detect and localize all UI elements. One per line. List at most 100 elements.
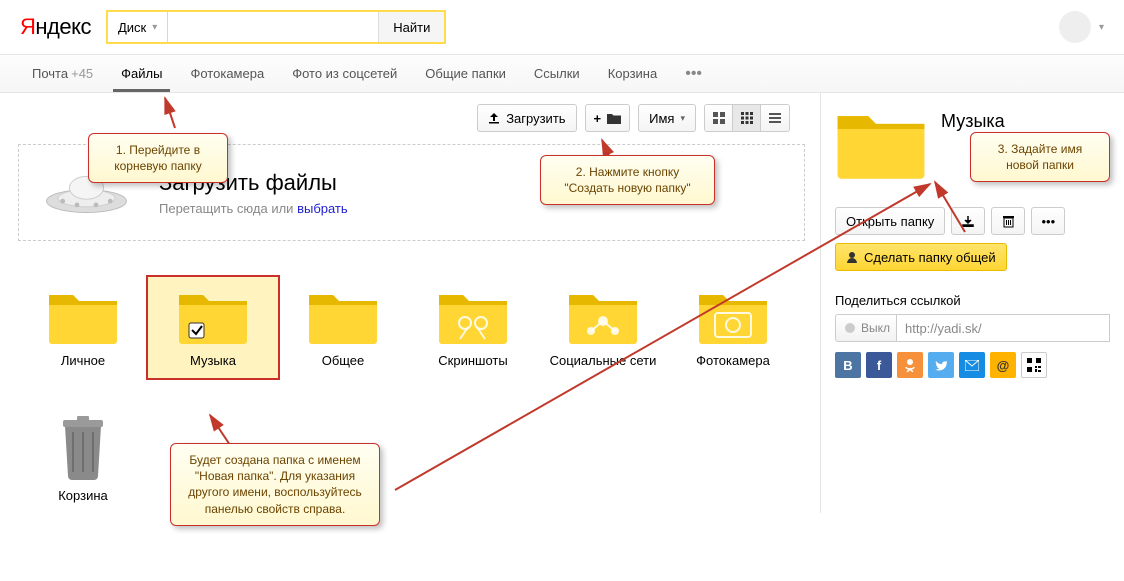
nav-files[interactable]: Файлы <box>107 55 176 92</box>
avatar <box>1059 11 1091 43</box>
share-label: Сделать папку общей <box>864 250 996 265</box>
folder-item[interactable]: Скриншоты <box>408 277 538 378</box>
search-input[interactable] <box>168 12 378 42</box>
folder-label: Личное <box>18 353 148 368</box>
folder-icon <box>835 105 927 181</box>
logo-letter: Я <box>20 14 35 39</box>
sort-button[interactable]: Имя ▾ <box>638 104 696 132</box>
action-row: Открыть папку ••• <box>835 207 1110 235</box>
folder-item[interactable]: Личное <box>18 277 148 378</box>
nav-social-photos[interactable]: Фото из соцсетей <box>278 55 411 92</box>
nav-camera-label: Фотокамера <box>190 66 264 81</box>
nav-trash-label: Корзина <box>608 66 658 81</box>
user-menu[interactable]: ▾ <box>1059 11 1104 43</box>
folder-label: Скриншоты <box>408 353 538 368</box>
download-button[interactable] <box>951 207 985 235</box>
nav-social-label: Фото из соцсетей <box>292 66 397 81</box>
file-grid: Личное Музыка Общее Скриншоты Социальные… <box>18 241 805 513</box>
link-row: Выкл <box>835 314 1110 342</box>
search-button[interactable]: Найти <box>378 12 444 42</box>
person-icon <box>846 251 858 263</box>
callout-4-text: Будет создана папка с именем "Новая папк… <box>188 453 362 516</box>
logo[interactable]: Яндекс <box>20 14 91 40</box>
plus-icon: + <box>594 111 602 126</box>
callout-3: 3. Задайте имя новой папки <box>970 132 1110 182</box>
upload-label: Загрузить <box>506 111 565 126</box>
toggle-label: Выкл <box>861 321 890 335</box>
link-section-label: Поделиться ссылкой <box>835 293 1110 308</box>
header: Яндекс Диск ▾ Найти ▾ <box>0 0 1124 55</box>
share-moimir-icon[interactable]: @ <box>990 352 1016 378</box>
download-icon <box>962 215 974 227</box>
nav-links-label: Ссылки <box>534 66 580 81</box>
callout-1: 1. Перейдите в корневую папку <box>88 133 228 183</box>
folder-item-selected[interactable]: Музыка <box>148 277 278 378</box>
chevron-down-icon: ▾ <box>152 22 157 33</box>
callout-2: 2. Нажмите кнопку "Создать новую папку" <box>540 155 715 205</box>
open-label: Открыть папку <box>846 214 934 229</box>
link-toggle[interactable]: Выкл <box>835 314 897 342</box>
upload-button[interactable]: Загрузить <box>477 104 576 132</box>
chevron-down-icon: ▾ <box>680 113 685 124</box>
right-pane: Музыка 3. Задайте имя новой папки Открыт… <box>820 93 1124 513</box>
nav-files-label: Файлы <box>121 66 162 81</box>
share-mail-icon[interactable] <box>959 352 985 378</box>
folder-item[interactable]: Фотокамера <box>668 277 798 378</box>
nav-links[interactable]: Ссылки <box>520 55 594 92</box>
share-ok-icon[interactable] <box>897 352 923 378</box>
mail-count: +45 <box>71 66 93 81</box>
callout-4: Будет создана папка с именем "Новая папк… <box>170 443 380 526</box>
navbar: Почта +45 Файлы Фотокамера Фото из соцсе… <box>0 55 1124 93</box>
callout-3-text: 3. Задайте имя новой папки <box>998 142 1082 172</box>
nav-more[interactable]: ••• <box>671 55 716 92</box>
folder-item[interactable]: Социальные сети <box>538 277 668 378</box>
share-folder-button[interactable]: Сделать папку общей <box>835 243 1007 271</box>
share-twitter-icon[interactable] <box>928 352 954 378</box>
service-selector[interactable]: Диск ▾ <box>108 12 168 42</box>
ellipsis-icon: ••• <box>685 65 702 83</box>
share-facebook-icon[interactable]: f <box>866 352 892 378</box>
nav-camera[interactable]: Фотокамера <box>176 55 278 92</box>
nav-shared[interactable]: Общие папки <box>411 55 520 92</box>
new-folder-button[interactable]: + <box>585 104 631 132</box>
dropzone-subtitle: Перетащить сюда или <box>159 201 297 216</box>
view-large-tiles[interactable] <box>705 105 733 131</box>
service-label: Диск <box>118 20 146 35</box>
share-vk-icon[interactable]: B <box>835 352 861 378</box>
callout-2-text: 2. Нажмите кнопку "Создать новую папку" <box>564 165 690 195</box>
ellipsis-icon: ••• <box>1041 214 1055 229</box>
preview-title: Музыка <box>941 111 1005 132</box>
folder-label: Музыка <box>148 353 278 368</box>
folder-label: Общее <box>278 353 408 368</box>
upload-icon <box>488 112 500 124</box>
trash-item[interactable]: Корзина <box>18 404 148 513</box>
view-list[interactable] <box>761 105 789 131</box>
chevron-down-icon: ▾ <box>1099 22 1104 33</box>
share-qr-icon[interactable] <box>1021 352 1047 378</box>
folder-icon <box>607 113 621 124</box>
nav-mail-label: Почта <box>32 66 68 81</box>
trash-label: Корзина <box>18 488 148 503</box>
nav-mail[interactable]: Почта +45 <box>18 55 107 92</box>
folder-label: Фотокамера <box>668 353 798 368</box>
social-row: B f @ <box>835 352 1110 378</box>
nav-shared-label: Общие папки <box>425 66 506 81</box>
view-small-tiles[interactable] <box>733 105 761 131</box>
toggle-handle <box>845 323 855 333</box>
delete-button[interactable] <box>991 207 1025 235</box>
share-link-input[interactable] <box>897 314 1110 342</box>
search-box: Диск ▾ Найти <box>106 10 446 44</box>
logo-rest: ндекс <box>35 14 91 39</box>
view-switcher <box>704 104 790 132</box>
folder-item[interactable]: Общее <box>278 277 408 378</box>
open-folder-button[interactable]: Открыть папку <box>835 207 945 235</box>
main-area: Загрузить + Имя ▾ Загрузить файлы <box>0 93 1124 513</box>
sort-label: Имя <box>649 111 674 126</box>
callout-1-text: 1. Перейдите в корневую папку <box>114 143 202 173</box>
left-pane: Загрузить + Имя ▾ Загрузить файлы <box>0 93 820 513</box>
trash-icon <box>1003 215 1014 228</box>
nav-trash[interactable]: Корзина <box>594 55 672 92</box>
more-button[interactable]: ••• <box>1031 207 1065 235</box>
folder-label: Социальные сети <box>538 353 668 368</box>
dropzone-choose-link[interactable]: выбрать <box>297 201 348 216</box>
